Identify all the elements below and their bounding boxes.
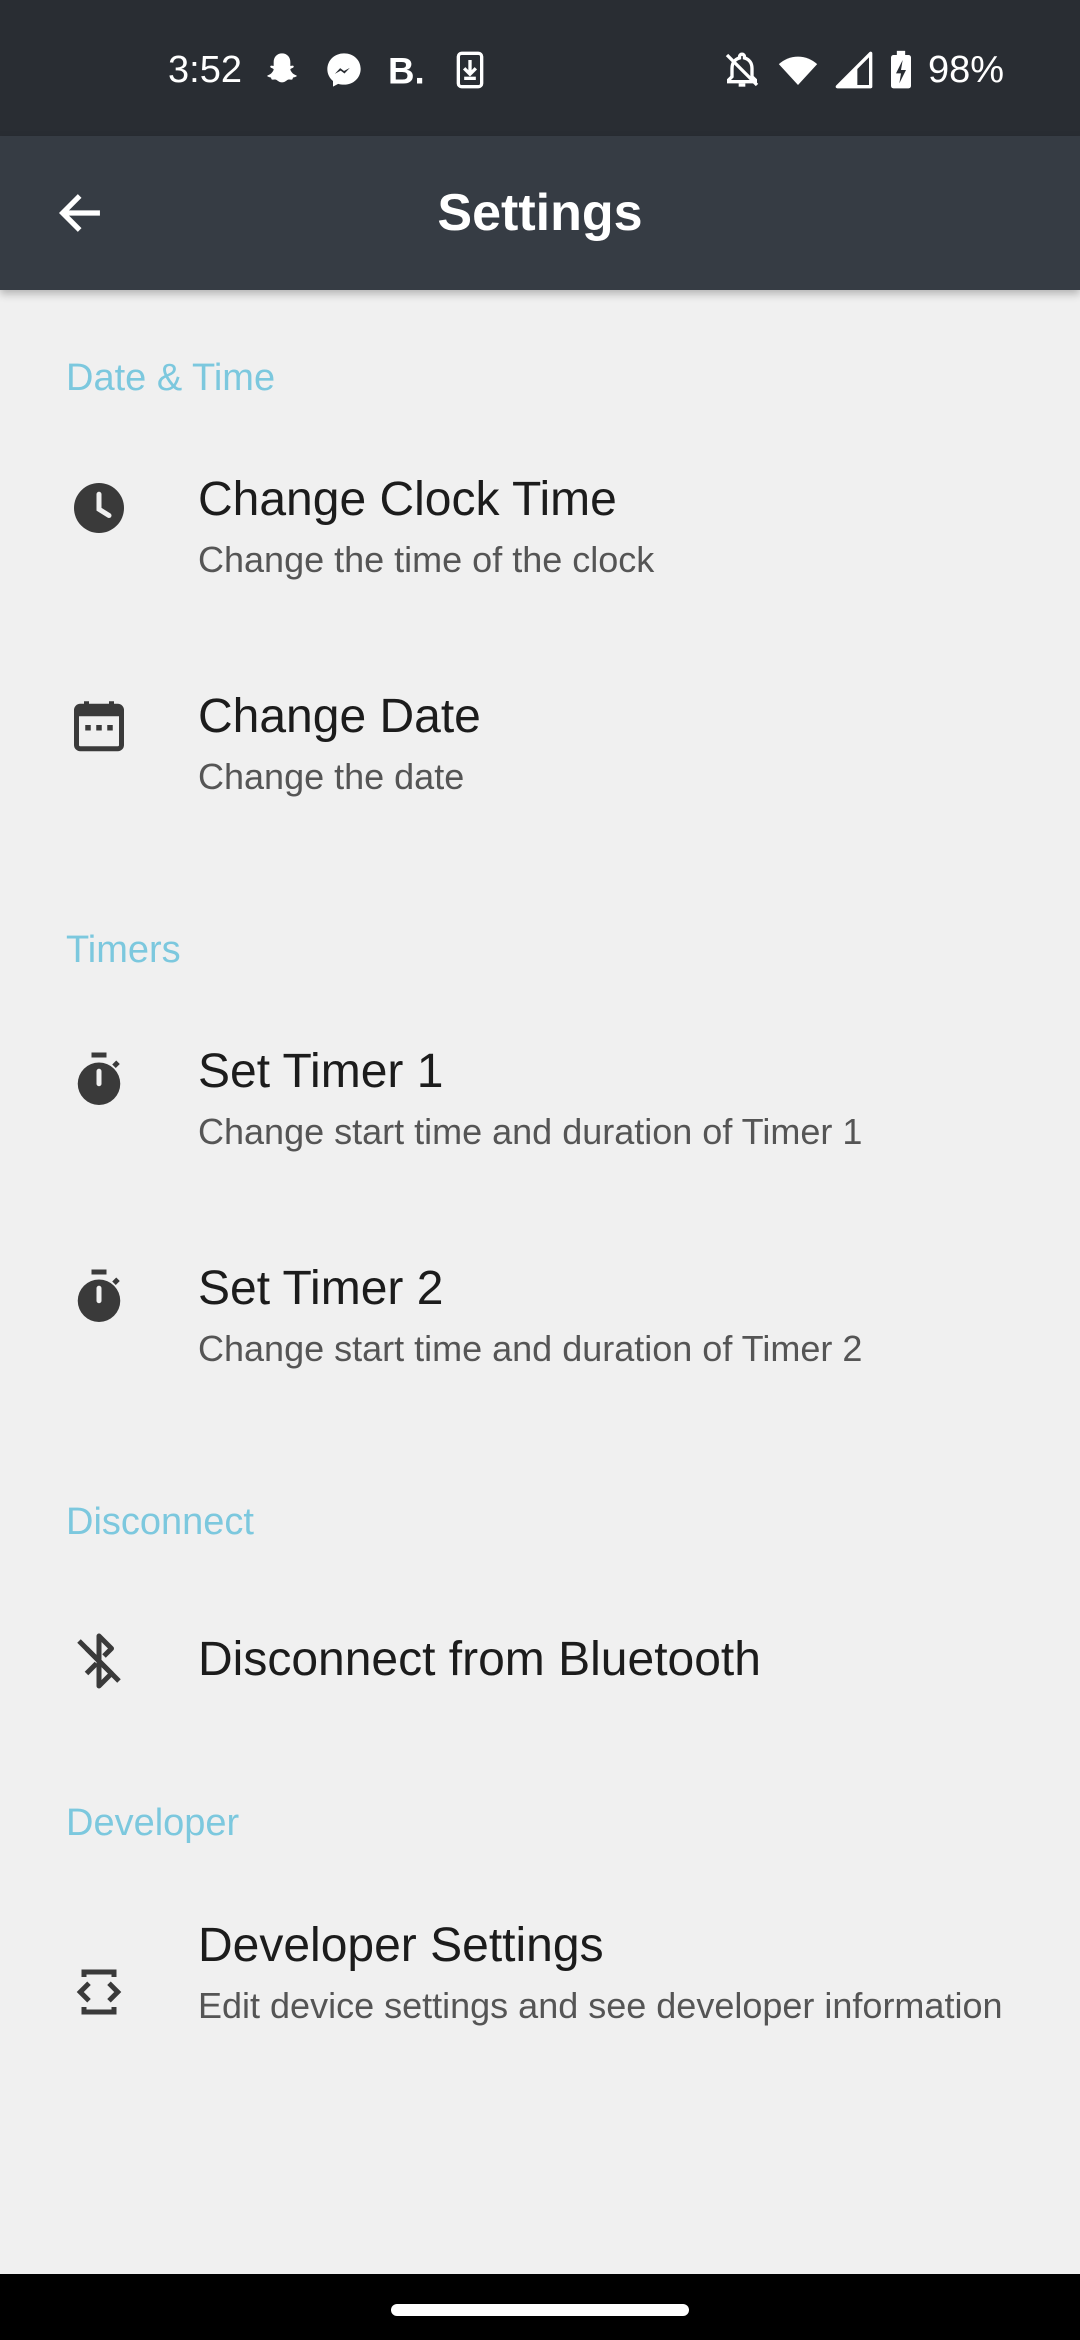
setting-set-timer-1[interactable]: Set Timer 1 Change start time and durati…: [0, 1002, 1080, 1212]
page-title: Settings: [437, 184, 643, 242]
setting-subtitle: Change start time and duration of Timer …: [198, 1111, 863, 1152]
section-header-date-time: Date & Time: [66, 357, 276, 399]
snapchat-icon: [267, 53, 297, 83]
arrow-back-icon: [58, 194, 100, 232]
system-navigation-bar: [0, 2274, 1080, 2340]
setting-developer-settings[interactable]: Developer Settings Edit device settings …: [0, 1876, 1080, 2126]
b-app-icon: B.: [388, 50, 425, 90]
calendar-icon: [66, 692, 132, 758]
app-bar: Settings: [0, 136, 1080, 290]
download-icon: [456, 51, 484, 89]
setting-title: Set Timer 1: [198, 1045, 444, 1098]
setting-change-clock-time[interactable]: Change Clock Time Change the time of the…: [0, 430, 1080, 640]
setting-set-timer-2[interactable]: Set Timer 2 Change start time and durati…: [0, 1219, 1080, 1429]
home-gesture-handle[interactable]: [391, 2304, 689, 2316]
section-header-timers: Timers: [66, 929, 181, 971]
developer-mode-icon: [66, 1959, 132, 2025]
setting-subtitle: Change start time and duration of Timer …: [198, 1328, 863, 1369]
timer-icon: [66, 1264, 132, 1330]
setting-subtitle: Change the date: [198, 756, 465, 797]
setting-title: Change Date: [198, 690, 481, 743]
setting-title: Disconnect from Bluetooth: [198, 1633, 761, 1686]
signal-icon: [835, 51, 873, 89]
section-header-developer: Developer: [66, 1802, 240, 1844]
setting-title: Developer Settings: [198, 1919, 604, 1972]
wifi-icon: [778, 56, 818, 85]
timer-icon: [66, 1047, 132, 1113]
setting-title: Change Clock Time: [198, 473, 617, 526]
clock-icon: [66, 475, 132, 541]
status-bar: 3:52 B. 98%: [0, 0, 1080, 136]
setting-change-date[interactable]: Change Date Change the date: [0, 647, 1080, 857]
battery-charging-icon: [890, 50, 911, 89]
svg-text:B.: B.: [388, 50, 425, 90]
setting-title: Set Timer 2: [198, 1262, 444, 1315]
battery-percentage: 98%: [927, 49, 1004, 91]
status-system-icons: 98%: [722, 48, 1004, 92]
setting-disconnect-bluetooth[interactable]: Disconnect from Bluetooth: [0, 1576, 1080, 1746]
back-button[interactable]: [40, 173, 120, 253]
status-notification-icons: B.: [262, 48, 488, 92]
status-time: 3:52: [168, 49, 242, 91]
setting-subtitle: Edit device settings and see developer i…: [198, 1985, 1003, 2026]
notifications-off-icon: [725, 52, 759, 87]
messenger-icon: [327, 53, 361, 87]
section-header-disconnect: Disconnect: [66, 1501, 254, 1543]
bluetooth-disabled-icon: [66, 1628, 132, 1694]
setting-subtitle: Change the time of the clock: [198, 539, 655, 580]
